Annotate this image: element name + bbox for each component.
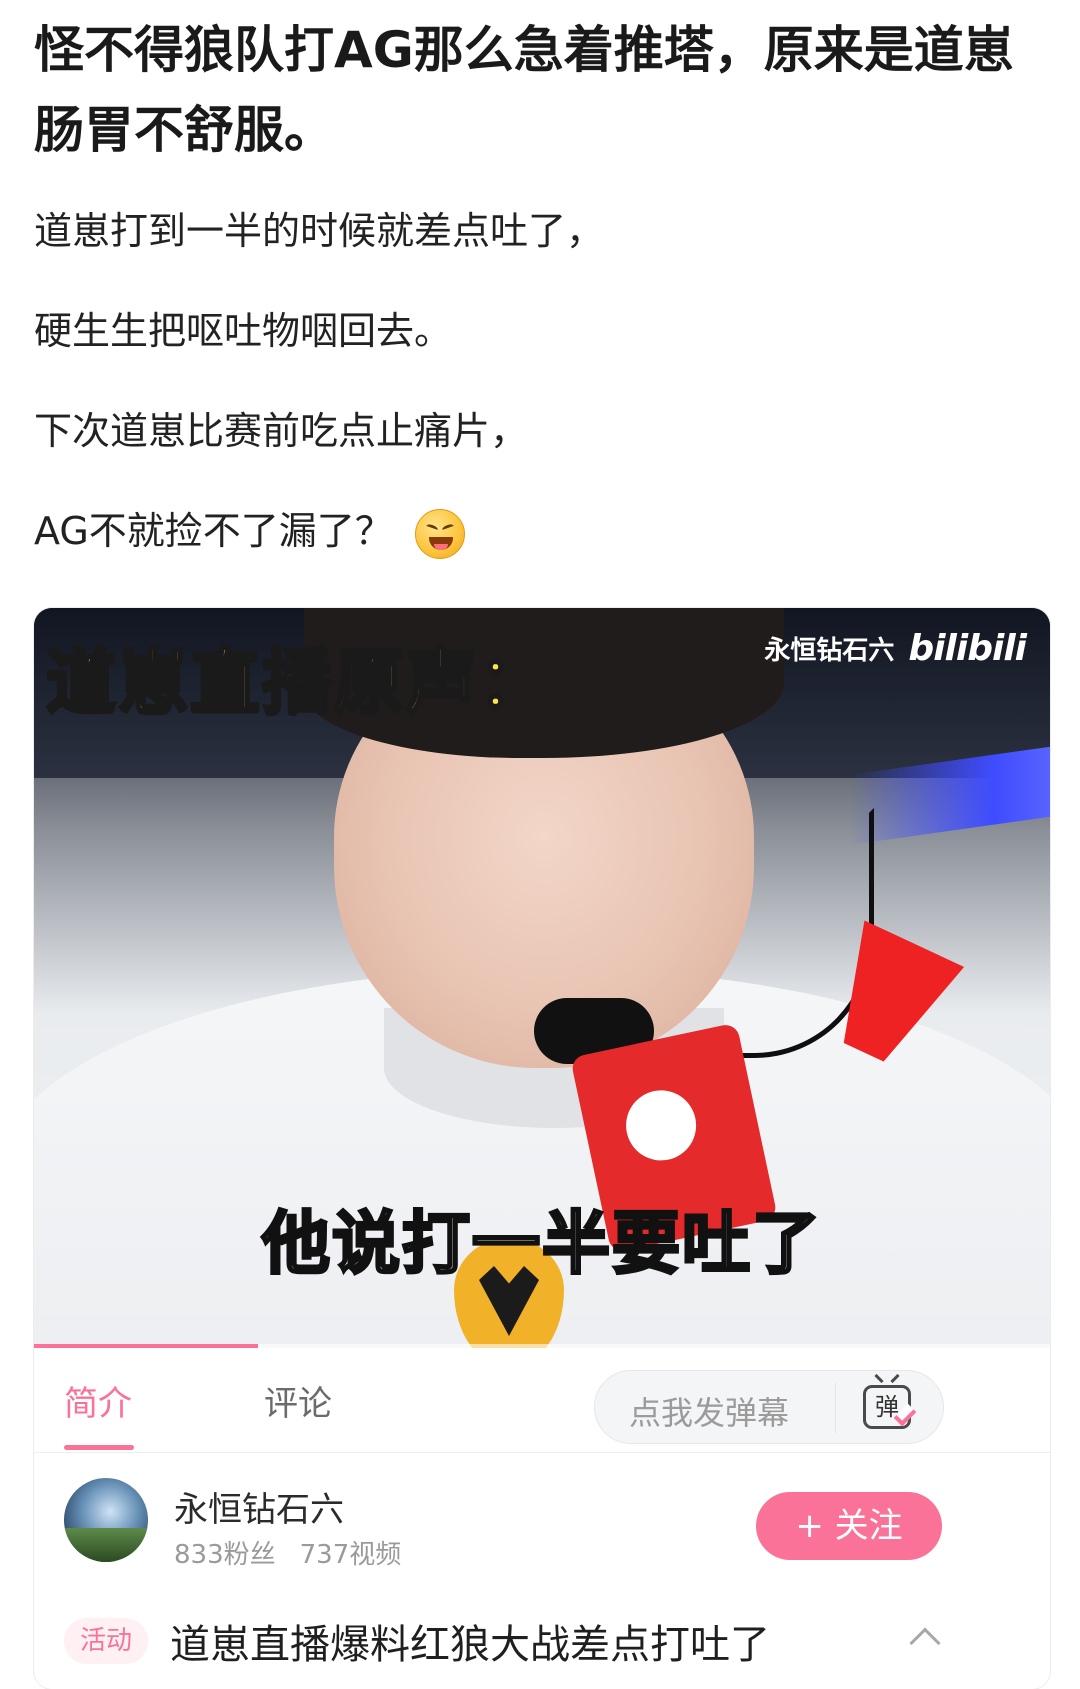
avatar[interactable] bbox=[64, 1478, 148, 1562]
laughing-face-icon bbox=[414, 508, 465, 559]
danmaku-bar[interactable]: 点我发弹幕 弹 bbox=[594, 1370, 944, 1444]
follow-button[interactable]: + 关注 bbox=[756, 1492, 942, 1560]
chevron-up-icon[interactable] bbox=[909, 1627, 941, 1659]
post-paragraph: 下次道崽比赛前吃点止痛片， bbox=[34, 409, 529, 453]
uploader-row: 永恒钻石六 833粉丝 737视频 + 关注 bbox=[34, 1454, 1050, 1594]
video-subtitle: 他说打一半要吐了 bbox=[260, 1204, 822, 1286]
fans-count: 833粉丝 bbox=[174, 1540, 276, 1570]
active-tab-indicator bbox=[64, 1445, 134, 1450]
danmaku-input[interactable]: 点我发弹幕 bbox=[629, 1388, 789, 1434]
post-paragraph: 硬生生把呕吐物咽回去。 bbox=[34, 309, 453, 353]
post-paragraph: 道崽打到一半的时候就差点吐了， bbox=[34, 209, 605, 253]
video-player[interactable]: 道崽直播原声： 永恒钻石六 bilibili 他说打一半要吐了 bbox=[34, 608, 1050, 1348]
video-count: 737视频 bbox=[299, 1540, 402, 1570]
video-card: 道崽直播原声： 永恒钻石六 bilibili 他说打一半要吐了 简介 评论 点我… bbox=[34, 608, 1050, 1689]
video-tabs: 简介 评论 点我发弹幕 弹 bbox=[34, 1348, 1050, 1453]
activity-badge: 活动 bbox=[64, 1618, 149, 1664]
divider bbox=[835, 1383, 836, 1433]
uploader-name[interactable]: 永恒钻石六 bbox=[174, 1482, 344, 1531]
video-overlay-title: 道崽直播原声： bbox=[45, 640, 550, 725]
uploader-stats: 833粉丝 737视频 bbox=[174, 1534, 401, 1571]
video-watermark: 永恒钻石六 bilibili bbox=[764, 628, 1027, 669]
watermark-author: 永恒钻石六 bbox=[764, 636, 895, 666]
activity-title: 道崽直播爆料红狼大战差点打吐了 bbox=[170, 1622, 770, 1668]
activity-row[interactable]: 活动 道崽直播爆料红狼大战差点打吐了 bbox=[34, 1596, 1050, 1689]
post-title: 怪不得狼队打AG那么急着推塔，原来是道崽肠胃不舒服。 bbox=[34, 21, 1014, 159]
bilibili-logo-icon: bilibili bbox=[908, 628, 1027, 669]
tab-comments[interactable]: 评论 bbox=[264, 1376, 332, 1425]
post-paragraph-last: AG不就捡不了漏了？ bbox=[34, 506, 465, 559]
post-paragraph-text: AG不就捡不了漏了？ bbox=[34, 509, 393, 553]
tab-intro[interactable]: 简介 bbox=[64, 1376, 132, 1425]
